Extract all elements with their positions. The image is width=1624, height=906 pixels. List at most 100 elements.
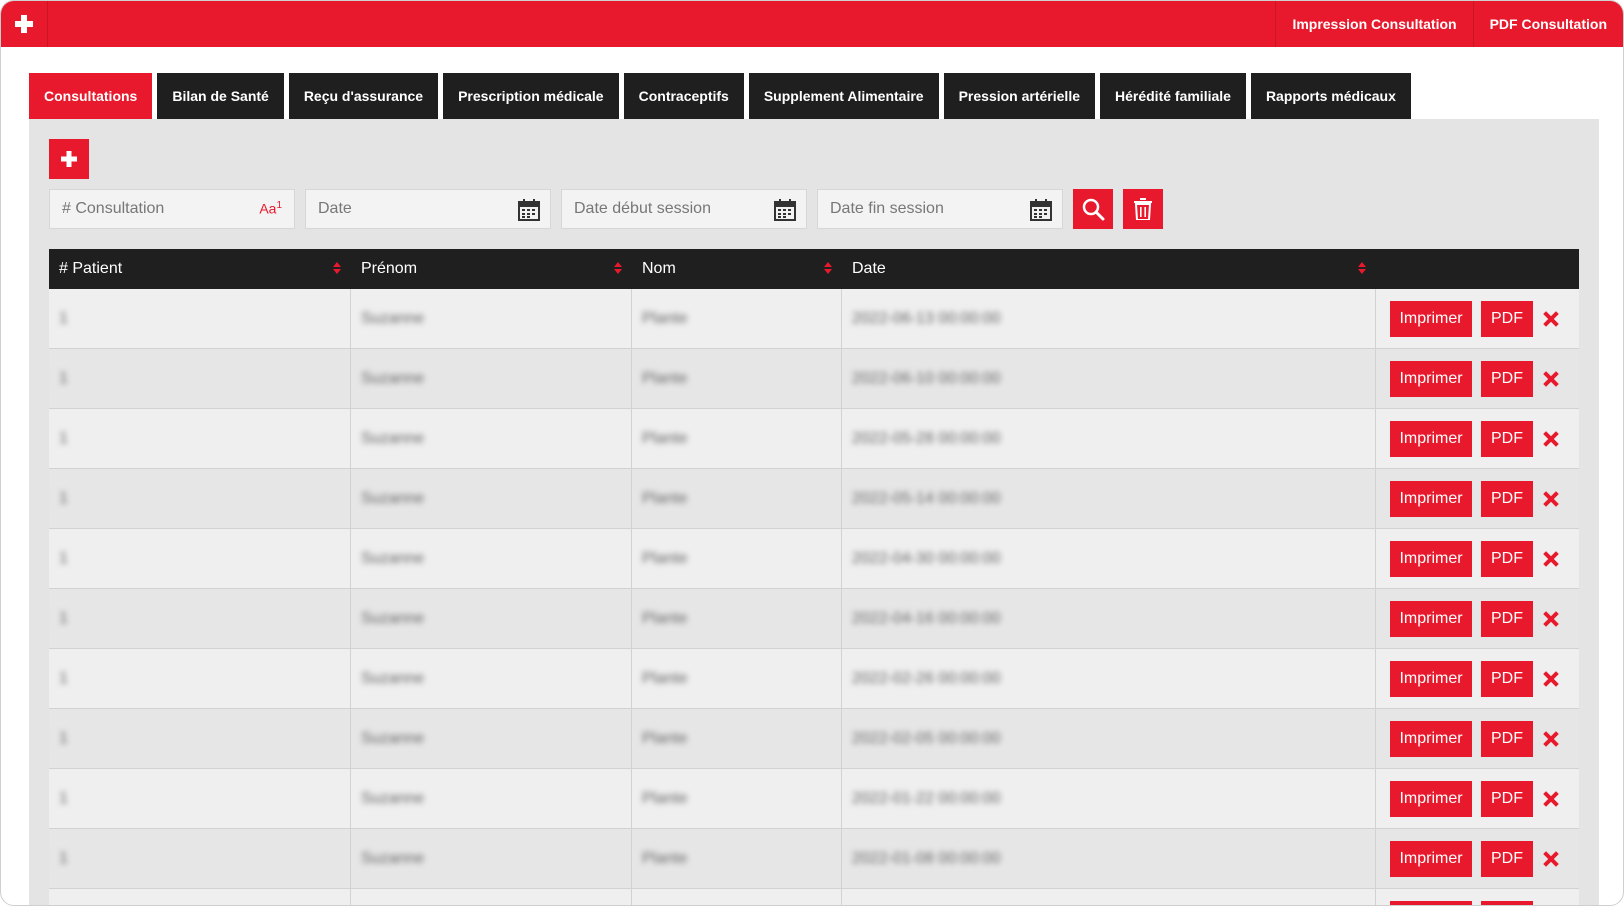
tab-bilan-de-sante[interactable]: Bilan de Santé xyxy=(157,73,284,119)
cell-nom: Plante xyxy=(632,289,842,348)
delete-icon[interactable] xyxy=(1542,430,1560,448)
delete-icon[interactable] xyxy=(1542,730,1560,748)
delete-icon[interactable] xyxy=(1542,850,1560,868)
table-row: 1 Suzanne Plante 2022-02-05 00:00:00 Imprime… xyxy=(49,709,1579,769)
print-button[interactable]: Imprimer xyxy=(1390,720,1472,757)
pdf-button[interactable]: PDF xyxy=(1481,660,1533,697)
cell-date: 2022-01-22 00:00:00 xyxy=(842,769,1376,828)
print-button[interactable]: Imprimer xyxy=(1390,420,1472,457)
row-actions: ImprimerPDF xyxy=(1376,769,1579,828)
tab-recu-assurance[interactable]: Reçu d'assurance xyxy=(288,73,439,119)
pdf-button[interactable]: PDF xyxy=(1481,720,1533,757)
delete-icon[interactable] xyxy=(1542,370,1560,388)
tab-supplement-alimentaire[interactable]: Supplement Alimentaire xyxy=(748,73,939,119)
delete-icon[interactable] xyxy=(1542,610,1560,628)
consultation-number-input[interactable] xyxy=(60,199,284,219)
sort-icon[interactable] xyxy=(824,262,832,276)
tab-consultations[interactable]: Consultations xyxy=(29,73,153,119)
print-button[interactable]: Imprimer xyxy=(1390,900,1472,905)
date-fin-session-input[interactable] xyxy=(828,199,1052,219)
header-patient[interactable]: # Patient xyxy=(49,249,351,289)
case-sensitivity-toggle[interactable]: Aa1 xyxy=(259,200,282,217)
patient-prenom: Suzanne xyxy=(361,609,425,627)
pdf-consultation-link[interactable]: PDF Consultation xyxy=(1472,1,1623,47)
header-prenom-label: Prénom xyxy=(361,260,418,277)
pdf-button[interactable]: PDF xyxy=(1481,360,1533,397)
print-button[interactable]: Imprimer xyxy=(1390,300,1472,337)
table-row: 1 Suzanne Plante 2022-01-08 00:00:00 Imprime… xyxy=(49,829,1579,889)
search-icon xyxy=(1082,198,1105,221)
patient-nom: Plante xyxy=(642,489,688,507)
pdf-button[interactable]: PDF xyxy=(1481,900,1533,905)
tab-prescription-medicale[interactable]: Prescription médicale xyxy=(443,73,619,119)
print-button[interactable]: Imprimer xyxy=(1390,360,1472,397)
tab-contraceptifs[interactable]: Contraceptifs xyxy=(623,73,744,119)
delete-icon[interactable] xyxy=(1542,790,1560,808)
print-button[interactable]: Imprimer xyxy=(1390,540,1472,577)
pdf-button[interactable]: PDF xyxy=(1481,780,1533,817)
print-button[interactable]: Imprimer xyxy=(1390,480,1472,517)
delete-icon[interactable] xyxy=(1542,490,1560,508)
cell-date: 2021-12-18 00:00:00 xyxy=(842,889,1376,905)
row-actions: ImprimerPDF xyxy=(1376,289,1579,348)
impression-consultation-link[interactable]: Impression Consultation xyxy=(1275,1,1472,47)
cell-prenom: Suzanne xyxy=(351,589,632,648)
cell-prenom: Suzanne xyxy=(351,709,632,768)
cell-prenom: Suzanne xyxy=(351,649,632,708)
pdf-button[interactable]: PDF xyxy=(1481,600,1533,637)
calendar-icon[interactable] xyxy=(774,199,796,221)
print-button[interactable]: Imprimer xyxy=(1390,660,1472,697)
print-button[interactable]: Imprimer xyxy=(1390,840,1472,877)
tab-rapports-medicaux[interactable]: Rapports médicaux xyxy=(1250,73,1411,119)
add-consultation-button[interactable] xyxy=(49,139,89,179)
patient-prenom: Suzanne xyxy=(361,849,425,867)
pdf-button[interactable]: PDF xyxy=(1481,540,1533,577)
cell-prenom: Suzanne xyxy=(351,829,632,888)
date-input[interactable] xyxy=(316,199,540,219)
print-button[interactable]: Imprimer xyxy=(1390,780,1472,817)
cell-prenom: Suzanne xyxy=(351,889,632,905)
calendar-icon[interactable] xyxy=(1030,199,1052,221)
cell-nom: Plante xyxy=(632,409,842,468)
calendar-icon[interactable] xyxy=(518,199,540,221)
cell-nom: Plante xyxy=(632,709,842,768)
cell-patient: 1 xyxy=(49,589,351,648)
tab-heredite-familiale[interactable]: Hérédité familiale xyxy=(1100,73,1246,119)
header-nom[interactable]: Nom xyxy=(632,249,842,289)
consultation-date: 2022-02-05 00:00:00 xyxy=(852,729,1001,747)
header-nom-label: Nom xyxy=(642,260,676,277)
cell-nom: Plante xyxy=(632,829,842,888)
sort-icon[interactable] xyxy=(333,262,341,276)
print-button[interactable]: Imprimer xyxy=(1390,600,1472,637)
consultation-date: 2022-01-22 00:00:00 xyxy=(852,789,1001,807)
cell-patient: 1 xyxy=(49,289,351,348)
header-patient-label: # Patient xyxy=(59,260,123,277)
table-row: 1 Suzanne Plante 2022-04-16 00:00:00 Imprime… xyxy=(49,589,1579,649)
medical-cross-icon[interactable] xyxy=(1,1,48,47)
row-actions: ImprimerPDF xyxy=(1376,649,1579,708)
pdf-button[interactable]: PDF xyxy=(1481,420,1533,457)
cell-date: 2022-02-05 00:00:00 xyxy=(842,709,1376,768)
pdf-button[interactable]: PDF xyxy=(1481,300,1533,337)
pdf-button[interactable]: PDF xyxy=(1481,840,1533,877)
cell-prenom: Suzanne xyxy=(351,769,632,828)
delete-icon[interactable] xyxy=(1542,670,1560,688)
consultation-date: 2022-04-30 00:00:00 xyxy=(852,549,1001,567)
date-debut-session-input[interactable] xyxy=(572,199,796,219)
search-button[interactable] xyxy=(1073,189,1113,229)
patient-prenom: Suzanne xyxy=(361,309,425,327)
header-date[interactable]: Date xyxy=(842,249,1376,289)
clear-filters-button[interactable] xyxy=(1123,189,1163,229)
tab-pression-arterielle[interactable]: Pression artérielle xyxy=(943,73,1095,119)
consultation-date: 2022-05-14 00:00:00 xyxy=(852,489,1001,507)
sort-icon[interactable] xyxy=(1358,262,1366,276)
sort-icon[interactable] xyxy=(614,262,622,276)
header-prenom[interactable]: Prénom xyxy=(351,249,632,289)
cell-patient: 1 xyxy=(49,529,351,588)
patient-id: 1 xyxy=(59,669,68,687)
pdf-button[interactable]: PDF xyxy=(1481,480,1533,517)
patient-prenom: Suzanne xyxy=(361,369,425,387)
delete-icon[interactable] xyxy=(1542,550,1560,568)
cell-nom: Plante xyxy=(632,769,842,828)
delete-icon[interactable] xyxy=(1542,310,1560,328)
